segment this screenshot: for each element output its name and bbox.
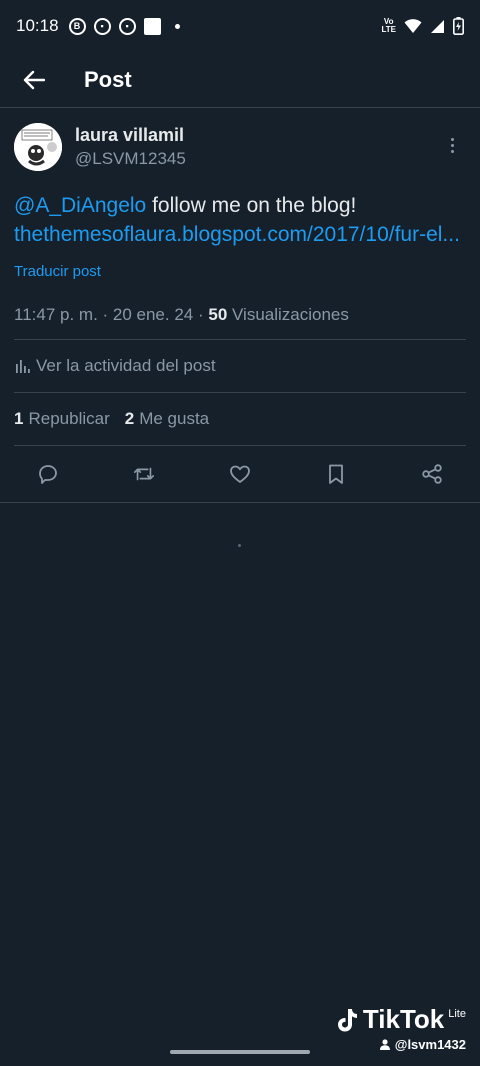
arrow-left-icon [23,70,45,89]
notification-icon [143,17,161,35]
battery-icon [453,17,464,35]
like-icon [230,465,250,483]
likes-label: Me gusta [139,409,210,428]
app-header: Post [0,52,480,108]
post-meta: 11:47 p. m. · 20 ene. 24 · 50 Visualizac… [14,305,466,340]
home-indicator[interactable] [170,1050,310,1054]
activity-label: Ver la actividad del post [36,356,216,375]
system-icons: Vo LTE [381,17,464,35]
likes-stat[interactable]: 2 Me gusta [125,409,209,429]
translate-link[interactable]: Traducir post [14,263,101,280]
reply-icon [39,465,57,484]
user-icon [379,1039,390,1050]
notification-icon: ▪ [118,17,136,35]
post-activity-link[interactable]: Ver la actividad del post [14,340,466,393]
reposts-count: 1 [14,409,24,428]
analytics-icon [14,358,30,374]
loading-indicator [238,544,241,547]
tiktok-logo: TikTok Lite [335,1004,466,1035]
tiktok-username: @lsvm1432 [394,1037,466,1052]
post-body-text: follow me on the blog! [146,194,357,217]
author-names: laura villamil @LSVM12345 [75,125,186,169]
wifi-icon [404,19,422,33]
likes-count: 2 [124,409,135,428]
more-options-icon[interactable] [440,133,464,157]
author-name[interactable]: laura villamil [75,125,186,146]
post-url-link[interactable]: thethemesoflaura.blogspot.com/2017/10/fu… [14,223,460,246]
post: laura villamil @LSVM12345 @A_DiAngelo fo… [0,109,480,503]
notification-icons: B ▪ ▪ [68,17,180,35]
post-stats: 1 Republicar 2 Me gusta [14,393,466,446]
views-count: 50 [208,305,228,324]
tiktok-user: @lsvm1432 [335,1037,466,1052]
post-text: @A_DiAngelo follow me on the blog! theth… [0,191,480,249]
post-author: laura villamil @LSVM12345 [0,109,480,183]
repost-button[interactable] [132,462,156,486]
notification-icon: B [68,17,86,35]
status-bar: 10:18 B ▪ ▪ Vo LTE [0,0,480,52]
repost-icon [133,467,155,481]
volte-icon: Vo LTE [381,18,396,34]
status-time: 10:18 [16,16,59,35]
like-button[interactable] [228,462,252,486]
back-button[interactable] [14,60,54,100]
share-icon [422,464,442,484]
tiktok-watermark: TikTok Lite @lsvm1432 [335,1004,466,1052]
avatar-image [14,123,62,171]
views-label: Visualizaciones [227,305,349,324]
bookmark-button[interactable] [324,462,348,486]
avatar[interactable] [14,123,62,171]
reposts-label: Republicar [28,409,110,428]
more-notifications-icon [174,23,180,29]
post-timestamp: 11:47 p. m. · 20 ene. 24 · [14,305,209,324]
mention-link[interactable]: @A_DiAngelo [14,194,146,217]
author-handle[interactable]: @LSVM12345 [75,149,186,169]
post-actions [0,446,480,503]
bookmark-icon [329,464,343,484]
tiktok-brand: TikTok [362,1004,445,1034]
reposts-stat[interactable]: 1 Republicar [14,409,110,429]
signal-icon [431,19,444,33]
notification-icon: ▪ [93,17,111,35]
volte-bottom: LTE [381,25,396,34]
share-button[interactable] [420,462,444,486]
tiktok-variant: Lite [448,1008,466,1020]
reply-button[interactable] [36,462,60,486]
page-title: Post [84,66,132,92]
tiktok-note-icon [337,1008,357,1031]
